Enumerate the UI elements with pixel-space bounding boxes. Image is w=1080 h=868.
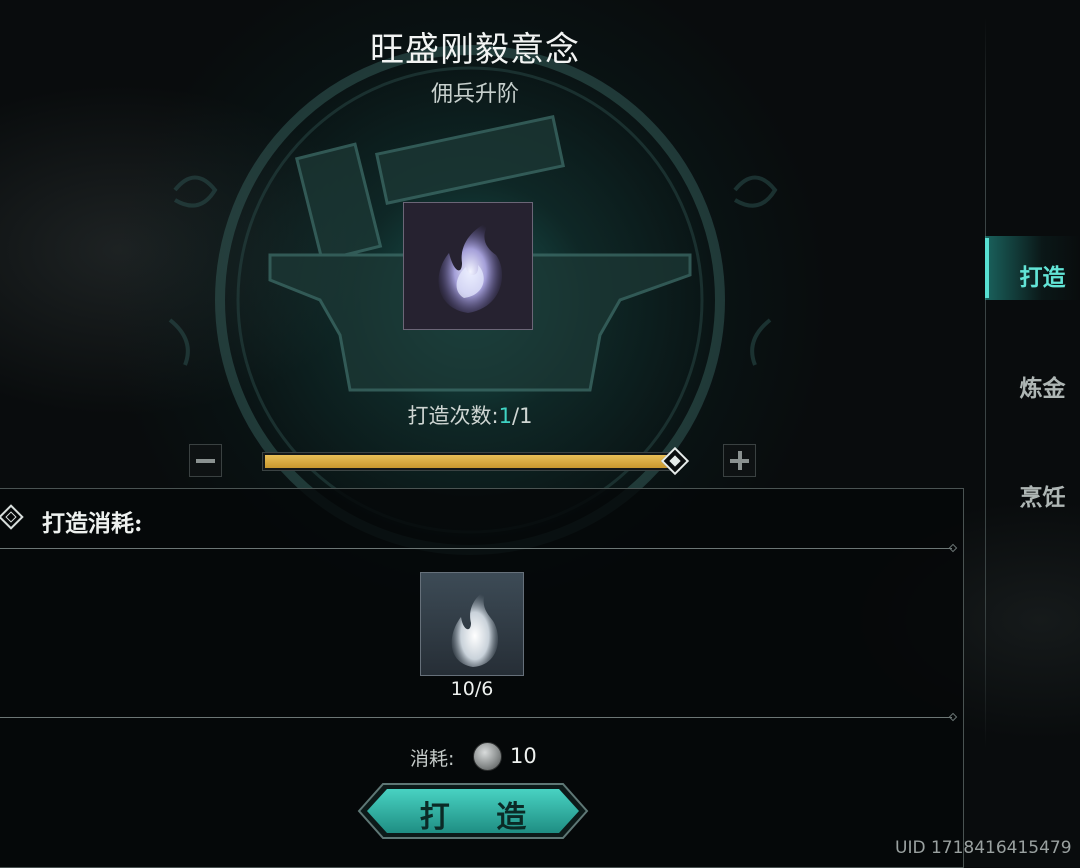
craft-count-total: /1: [512, 404, 533, 428]
cost-header: 打造消耗:: [42, 510, 143, 537]
item-title: 旺盛刚毅意念: [370, 30, 580, 70]
craft-count: 打造次数:1/1: [330, 400, 610, 430]
plus-icon-vertical: [738, 451, 742, 470]
slider-fill: [265, 455, 677, 468]
craft-count-current: 1: [498, 404, 512, 428]
item-subtitle: 佣兵升阶: [430, 82, 519, 107]
side-tab-active-indicator: [985, 238, 989, 298]
consume-value: 10: [510, 744, 537, 768]
craft-button-label: 打 造: [419, 800, 545, 835]
material-quantity: 10/6: [450, 678, 494, 700]
item-slot[interactable]: [403, 202, 533, 330]
increase-button[interactable]: [723, 444, 756, 477]
side-tab-forge[interactable]: 打造: [1005, 258, 1080, 292]
quantity-slider[interactable]: [262, 452, 680, 471]
material-slot[interactable]: [420, 572, 524, 676]
craft-button[interactable]: 打 造: [355, 780, 591, 842]
silver-coin-icon: [473, 742, 502, 771]
minus-icon: [196, 459, 215, 463]
consume-label: 消耗:: [410, 748, 455, 770]
side-tab-alchemy[interactable]: 炼金: [1005, 369, 1080, 403]
divider-bottom: [0, 712, 958, 722]
craft-count-label: 打造次数:: [407, 404, 499, 428]
decrease-button[interactable]: [189, 444, 222, 477]
user-id: UID 1718416415479: [895, 838, 1072, 858]
side-tab-cooking[interactable]: 烹饪: [1005, 478, 1080, 512]
side-tab-rail: [985, 18, 986, 748]
slider-handle-core: [669, 455, 681, 467]
divider-top: [0, 543, 958, 553]
purple-flame-icon: [438, 221, 503, 313]
white-flame-icon: [451, 589, 499, 667]
